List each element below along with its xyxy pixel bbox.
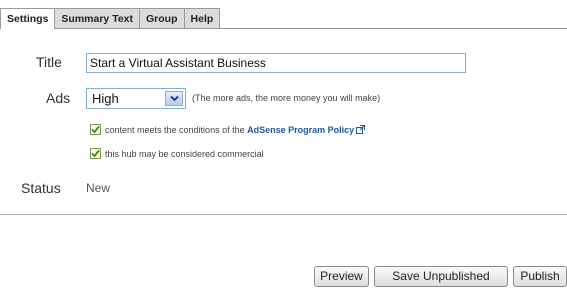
publish-button[interactable]: Publish	[513, 266, 567, 287]
tab-group[interactable]: Group	[139, 8, 185, 28]
ads-selected-value: High	[92, 91, 119, 106]
commercial-checkbox[interactable]	[90, 148, 101, 159]
policy-checkbox[interactable]	[90, 124, 101, 135]
ads-hint: (The more ads, the more money you will m…	[192, 93, 381, 103]
section-divider	[0, 214, 567, 215]
tab-settings[interactable]: Settings	[0, 8, 56, 29]
tab-help[interactable]: Help	[183, 8, 221, 28]
status-value: New	[86, 181, 111, 195]
title-input[interactable]	[86, 53, 466, 73]
tab-divider	[0, 28, 567, 29]
save-unpublished-button[interactable]: Save Unpublished	[374, 266, 508, 287]
checkmark-icon	[91, 125, 100, 134]
preview-button[interactable]: Preview	[314, 266, 369, 287]
ads-select[interactable]: High	[86, 88, 186, 109]
external-link-icon	[356, 125, 366, 136]
tab-summary-text[interactable]: Summary Text	[54, 8, 141, 28]
adsense-policy-link[interactable]: AdSense Program Policy	[247, 125, 354, 135]
ads-label: Ads	[46, 90, 71, 106]
checkmark-icon	[91, 149, 100, 158]
chevron-down-icon[interactable]	[165, 91, 183, 106]
commercial-check-label: this hub may be considered commercial	[105, 149, 264, 159]
tab-bar: Settings Summary Text Group Help	[0, 8, 221, 29]
policy-check-prefix: content meets the conditions of the	[105, 125, 245, 135]
policy-check-label: content meets the conditions of the AdSe…	[105, 125, 366, 136]
title-label: Title	[36, 54, 62, 70]
status-label: Status	[21, 180, 61, 196]
